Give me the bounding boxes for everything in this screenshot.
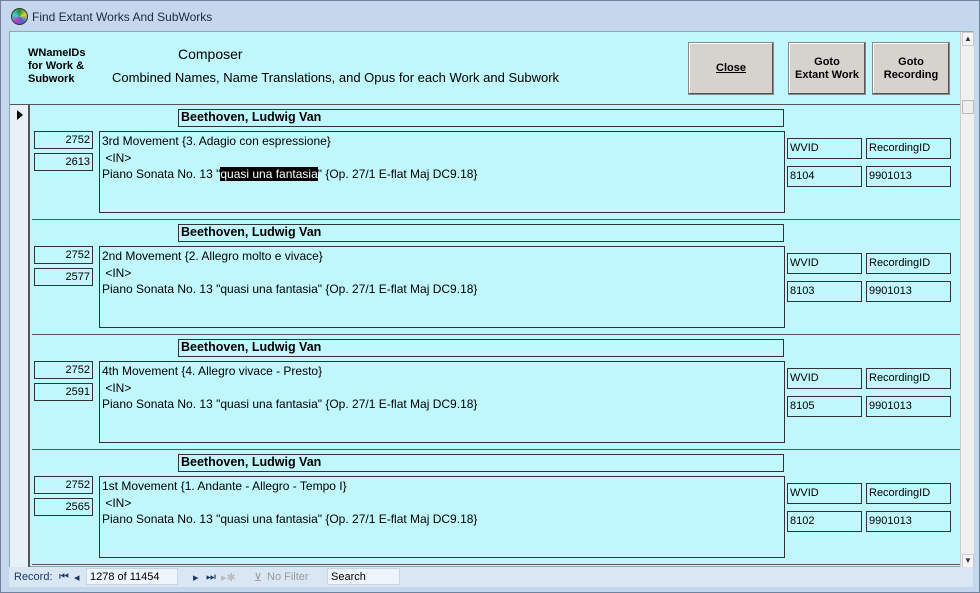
label-line: WNameIDs xyxy=(28,47,86,59)
text-line: Piano Sonata No. 13 "quasi una fantasia"… xyxy=(102,396,782,413)
text-part: Piano Sonata No. 13 " xyxy=(102,167,221,181)
button-label: Goto xyxy=(898,55,924,68)
recordingid-label: RecordingID xyxy=(866,368,951,389)
text-line: 1st Movement {1. Andante - Allegro - Tem… xyxy=(102,479,347,493)
text-part: Piano Sonata No. 13 "quasi una fantasia"… xyxy=(102,282,478,296)
work-wnameid-field[interactable]: 2752 xyxy=(34,131,93,149)
record-selector[interactable] xyxy=(10,105,30,568)
work-wnameid-field[interactable]: 2752 xyxy=(34,476,93,494)
wvid-field[interactable]: 8105 xyxy=(787,396,862,417)
wvid-label: WVID xyxy=(787,138,862,159)
label-line: for Work & xyxy=(28,60,85,72)
selected-text: quasi una fantasia xyxy=(220,167,318,181)
recordingid-label: RecordingID xyxy=(866,138,951,159)
goto-recording-button[interactable]: Goto Recording xyxy=(872,42,950,95)
recordingid-label: RecordingID xyxy=(866,253,951,274)
window: Find Extant Works And SubWorks WNameIDs … xyxy=(0,0,980,593)
text-part: Piano Sonata No. 13 "quasi una fantasia"… xyxy=(102,512,478,526)
next-record-button[interactable]: ▸ xyxy=(193,571,199,584)
recordingid-label: RecordingID xyxy=(866,483,951,504)
wvid-field[interactable]: 8104 xyxy=(787,166,862,187)
text-line: <IN> xyxy=(102,150,132,165)
record-row: Beethoven, Ludwig Van 2752 2591 4th Move… xyxy=(32,335,960,450)
text-line: 3rd Movement {3. Adagio con espressione} xyxy=(102,134,331,148)
composer-field[interactable]: Beethoven, Ludwig Van xyxy=(178,339,784,357)
record-row: Beethoven, Ludwig Van 2752 2565 1st Move… xyxy=(32,450,960,565)
text-line: Piano Sonata No. 13 "quasi una fantasia"… xyxy=(102,281,782,298)
new-record-button[interactable]: ▸✱ xyxy=(221,571,236,584)
record-label: Record: xyxy=(14,571,53,583)
goto-extant-work-button[interactable]: Goto Extant Work xyxy=(788,42,866,95)
subwork-wnameid-field[interactable]: 2565 xyxy=(34,498,93,516)
recordingid-field[interactable]: 9901013 xyxy=(866,396,951,417)
last-record-button[interactable]: ⏭ xyxy=(206,571,216,584)
previous-record-button[interactable]: ◂ xyxy=(74,571,80,584)
form-header: WNameIDs for Work & Subwork Composer Com… xyxy=(10,32,960,105)
work-wnameid-field[interactable]: 2752 xyxy=(34,246,93,264)
wvid-field[interactable]: 8102 xyxy=(787,511,862,532)
wvid-label: WVID xyxy=(787,253,862,274)
composer-label: Composer xyxy=(178,46,243,62)
no-filter-button[interactable]: No Filter xyxy=(267,571,309,583)
vertical-scrollbar[interactable]: ▲ ▼ xyxy=(960,32,974,568)
label-line: Subwork xyxy=(28,73,75,85)
scroll-thumb[interactable] xyxy=(962,100,974,114)
wvid-label: WVID xyxy=(787,368,862,389)
close-label: Close xyxy=(716,62,746,74)
wvid-label: WVID xyxy=(787,483,862,504)
wnameids-label: WNameIDs for Work & Subwork xyxy=(28,47,85,86)
window-title: Find Extant Works And SubWorks xyxy=(32,10,213,24)
work-wnameid-field[interactable]: 2752 xyxy=(34,361,93,379)
scroll-up-button[interactable]: ▲ xyxy=(962,32,974,46)
recordingid-field[interactable]: 9901013 xyxy=(866,166,951,187)
record-position-input[interactable]: 1278 of 11454 xyxy=(86,568,178,585)
wvid-field[interactable]: 8103 xyxy=(787,281,862,302)
text-part: " {Op. 27/1 E-flat Maj DC9.18} xyxy=(317,167,478,181)
composer-field[interactable]: Beethoven, Ludwig Van xyxy=(178,224,784,242)
app-icon xyxy=(11,8,28,25)
text-line: Piano Sonata No. 13 "quasi una fantasia"… xyxy=(102,166,782,183)
record-row: Beethoven, Ludwig Van 2752 2613 3rd Move… xyxy=(32,105,960,220)
combined-names-field[interactable]: 2nd Movement {2. Allegro molto e vivace}… xyxy=(99,246,785,328)
text-line: 2nd Movement {2. Allegro molto e vivace} xyxy=(102,249,323,263)
title-bar: Find Extant Works And SubWorks xyxy=(1,1,979,31)
subwork-wnameid-field[interactable]: 2577 xyxy=(34,268,93,286)
combined-names-field[interactable]: 4th Movement {4. Allegro vivace - Presto… xyxy=(99,361,785,443)
scroll-down-button[interactable]: ▼ xyxy=(962,554,974,568)
text-line: <IN> xyxy=(102,265,132,280)
text-part: Piano Sonata No. 13 "quasi una fantasia"… xyxy=(102,397,478,411)
recordingid-field[interactable]: 9901013 xyxy=(866,281,951,302)
first-record-button[interactable]: ⏮ xyxy=(59,571,69,584)
recordingid-field[interactable]: 9901013 xyxy=(866,511,951,532)
text-line: <IN> xyxy=(102,495,132,510)
button-label: Goto xyxy=(814,55,840,68)
composer-field[interactable]: Beethoven, Ludwig Van xyxy=(178,454,784,472)
combined-names-field[interactable]: 1st Movement {1. Andante - Allegro - Tem… xyxy=(99,476,785,558)
text-line: <IN> xyxy=(102,380,132,395)
filter-icon: ⊻ xyxy=(254,572,263,584)
search-input[interactable]: Search xyxy=(327,568,400,585)
form: WNameIDs for Work & Subwork Composer Com… xyxy=(9,31,974,568)
combined-names-label: Combined Names, Name Translations, and O… xyxy=(112,70,560,85)
combined-names-field[interactable]: 3rd Movement {3. Adagio con espressione}… xyxy=(99,131,785,213)
button-label: Recording xyxy=(883,68,939,81)
text-line: 4th Movement {4. Allegro vivace - Presto… xyxy=(102,364,323,378)
current-record-arrow-icon xyxy=(17,110,23,120)
record-navigation-bar: Record: ⏮ ◂ 1278 of 11454 ▸ ⏭ ▸✱ ⊻ No Fi… xyxy=(9,567,973,587)
composer-field[interactable]: Beethoven, Ludwig Van xyxy=(178,109,784,127)
text-line: Piano Sonata No. 13 "quasi una fantasia"… xyxy=(102,511,782,528)
subwork-wnameid-field[interactable]: 2613 xyxy=(34,153,93,171)
close-button[interactable]: Close xyxy=(688,42,774,95)
subwork-wnameid-field[interactable]: 2591 xyxy=(34,383,93,401)
button-label: Extant Work xyxy=(795,68,859,81)
record-row: Beethoven, Ludwig Van 2752 2577 2nd Move… xyxy=(32,220,960,335)
